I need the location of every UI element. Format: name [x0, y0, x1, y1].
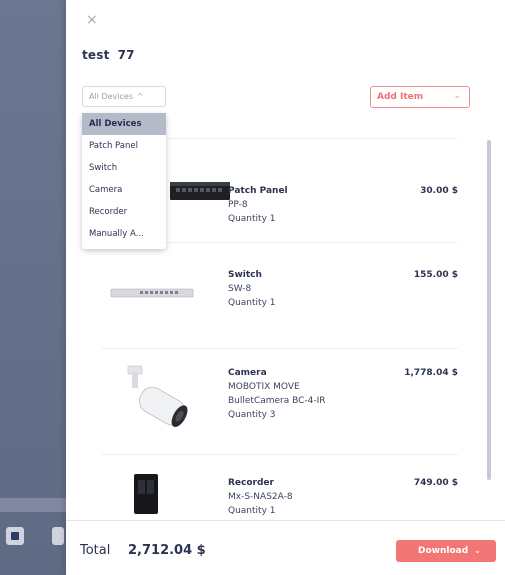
item-model: PP-8	[228, 200, 248, 210]
filter-option-recorder[interactable]: Recorder	[82, 201, 166, 223]
item-quantity: Quantity 3	[228, 410, 276, 420]
item-name: Switch	[228, 270, 262, 280]
filter-option-switch[interactable]: Switch	[82, 157, 166, 179]
add-item-button[interactable]: Add Item ⌄	[370, 86, 470, 108]
project-drawer: × test 77 All Devices ^ Add Item ⌄ All Dev…	[66, 0, 505, 575]
item-model: BulletCamera BC-4-IR	[228, 396, 326, 406]
project-number: 77	[117, 48, 135, 62]
chevron-up-icon: ^	[137, 92, 144, 101]
filter-option-camera[interactable]: Camera	[82, 179, 166, 201]
drawer-footer: Total 2,712.04 $ Download ⌄	[66, 520, 505, 575]
page-title: test 77	[82, 48, 135, 62]
add-item-label: Add Item	[377, 92, 424, 102]
item-quantity: Quantity 1	[228, 298, 276, 308]
total-label: Total	[80, 543, 111, 558]
filter-option-patch-panel[interactable]: Patch Panel	[82, 135, 166, 157]
project-name: test	[82, 48, 110, 62]
item-divider	[102, 348, 458, 349]
background-app	[0, 0, 66, 575]
item-quantity: Quantity 1	[228, 214, 276, 224]
close-icon[interactable]: ×	[86, 13, 100, 27]
chevron-down-icon: ⌄	[453, 91, 461, 101]
item-price: 1,778.04 $	[404, 368, 458, 378]
chevron-down-icon: ⌄	[474, 546, 481, 555]
switch-image	[110, 288, 194, 298]
total-value: 2,712.04 $	[128, 543, 206, 558]
patch-panel-image	[170, 182, 230, 200]
item-model: SW-8	[228, 284, 252, 294]
background-strip	[0, 498, 66, 512]
item-model: Mx-S-NAS2A-8	[228, 492, 293, 502]
item-divider	[102, 454, 458, 455]
list-item: Switch SW-8 Quantity 1 155.00 $	[102, 242, 458, 348]
device-filter-select[interactable]: All Devices ^	[82, 86, 166, 107]
download-button[interactable]: Download ⌄	[396, 540, 496, 562]
item-price: 155.00 $	[413, 270, 458, 280]
device-filter-value: All Devices	[89, 92, 133, 101]
item-name: Camera	[228, 368, 267, 378]
item-brand: MOBOTIX MOVE	[228, 382, 300, 392]
bullet-camera-image	[127, 365, 188, 427]
background-toggle-icon	[6, 527, 24, 545]
device-filter-dropdown: All Devices Patch Panel Switch Camera Re…	[82, 113, 166, 249]
filter-option-all-devices[interactable]: All Devices	[82, 113, 166, 135]
background-control-icon	[52, 527, 64, 545]
scrollbar[interactable]	[487, 140, 491, 480]
item-price: 30.00 $	[420, 186, 458, 196]
item-quantity: Quantity 1	[228, 506, 276, 516]
item-name: Recorder	[228, 478, 274, 488]
recorder-image	[134, 474, 158, 514]
item-price: 749.00 $	[413, 478, 458, 488]
item-name: Patch Panel	[228, 186, 288, 196]
filter-option-manually-added[interactable]: Manually A...	[82, 223, 166, 245]
list-item: Camera MOBOTIX MOVE BulletCamera BC-4-IR…	[102, 348, 458, 454]
list-item: Recorder Mx-S-NAS2A-8 Quantity 1 749.00 …	[102, 454, 458, 516]
download-label: Download	[418, 546, 469, 556]
